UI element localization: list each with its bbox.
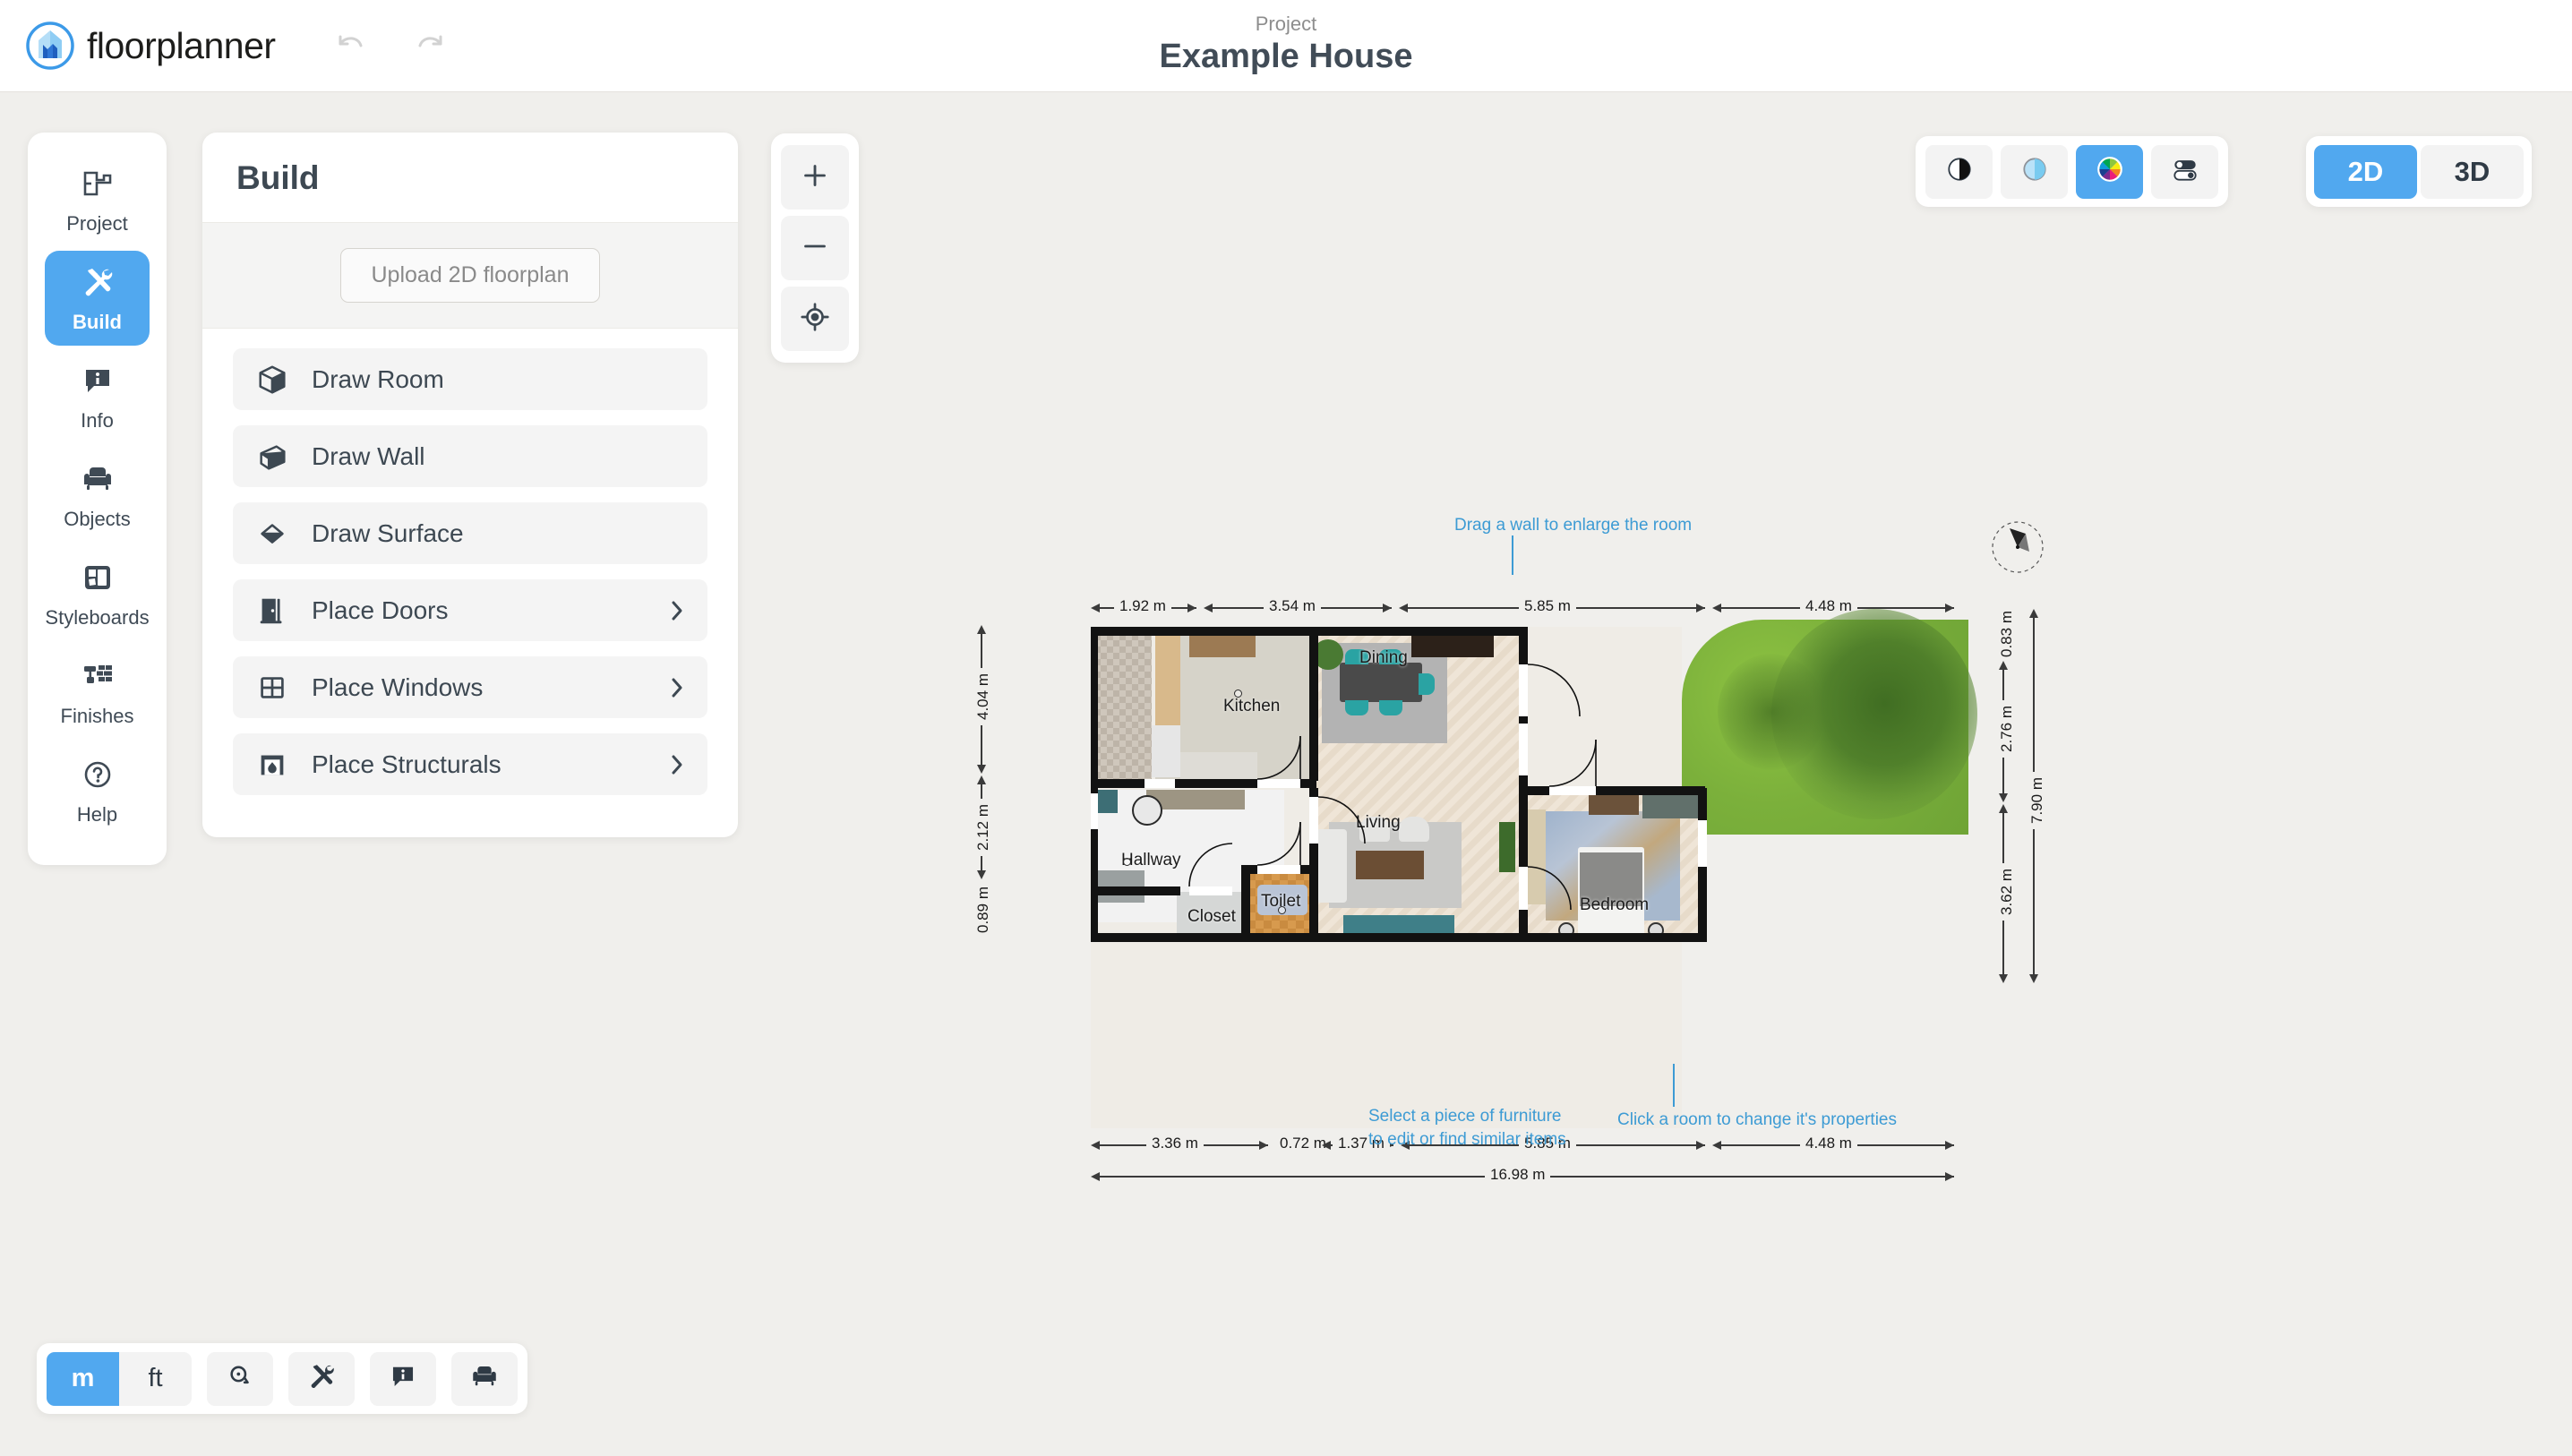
info-button[interactable] (370, 1351, 436, 1406)
undo-redo-group (330, 26, 451, 65)
dimension-label: 0.89 m (973, 881, 992, 938)
build-tools-button[interactable] (288, 1351, 355, 1406)
wall-bedroom-top (1519, 786, 1705, 795)
room-label: Closet (1187, 907, 1236, 926)
dining-table (1340, 663, 1422, 702)
hammer-wrench-icon (306, 1361, 337, 1396)
hint-select-furniture: Select a piece of furniture to edit or f… (1368, 1107, 1566, 1149)
top-bar: floorplanner Project Example House (0, 0, 2572, 92)
total-height-label: 7.90 m (2028, 772, 2046, 829)
dimension-label: 2.76 m (1997, 700, 2016, 758)
wall-exterior-bottom (1091, 933, 1707, 942)
wall-kitchen-right (1309, 627, 1318, 781)
wall-hallway-bottom (1098, 886, 1180, 895)
brand: floorplanner (25, 21, 276, 71)
room-label: Dining (1359, 648, 1408, 667)
north-compass-icon[interactable] (1990, 519, 2045, 575)
terrace-stone[interactable] (1094, 634, 1152, 782)
info-bubble-icon (388, 1361, 418, 1396)
hint-click-room-leader (1673, 1064, 1675, 1107)
dimension-label: 1.92 m (1114, 597, 1171, 615)
unit-feet-button[interactable]: ft (119, 1351, 192, 1406)
wall-top-dining (1316, 627, 1524, 636)
window (1091, 793, 1098, 829)
cabinet-grey (1642, 795, 1700, 818)
dimension-label: 3.36 m (1146, 1135, 1204, 1152)
window (1549, 786, 1596, 795)
window (1309, 797, 1318, 844)
measuring-tape-icon (225, 1361, 255, 1396)
dining-chair (1345, 700, 1368, 715)
floorplan-canvas[interactable]: 1.92 m 3.54 m 5.85 m 4.48 m Kitchen Hall… (0, 92, 2572, 1456)
hint-drag-wall-leader (1512, 535, 1513, 575)
measure-tape-button[interactable] (207, 1351, 273, 1406)
furniture-button[interactable] (451, 1351, 518, 1406)
room-label: Kitchen (1223, 697, 1281, 715)
hint-click-room: Click a room to change it's properties (1617, 1110, 1897, 1129)
floorplanner-logo-icon (25, 21, 75, 71)
coffee-table (1356, 851, 1424, 879)
undo-icon[interactable] (330, 26, 369, 65)
brand-name: floorplanner (87, 24, 276, 66)
total-width-label: 16.98 m (1485, 1166, 1551, 1184)
hint-drag-wall: Drag a wall to enlarge the room (1454, 516, 1693, 535)
window (1519, 724, 1528, 775)
wall-exterior-left (1091, 627, 1098, 940)
kitchen-counter-left (1155, 634, 1180, 732)
sideboard (1411, 636, 1494, 657)
window (1519, 664, 1528, 716)
window (1698, 820, 1707, 867)
wall-exterior-top-left (1091, 627, 1316, 636)
wall-toilet-left (1241, 865, 1250, 940)
dimension-label: 0.83 m (1997, 605, 2016, 663)
hedge (1499, 822, 1515, 872)
window (1519, 867, 1528, 910)
dimension-label: 5.85 m (1519, 597, 1576, 615)
window (1257, 865, 1300, 874)
dimension-label: 4.04 m (973, 668, 992, 725)
redo-icon[interactable] (412, 26, 451, 65)
room-label: Bedroom (1580, 895, 1650, 914)
ceiling-fan (1132, 795, 1162, 826)
armchair (1399, 817, 1429, 842)
bottom-toolbar: m ft (37, 1343, 527, 1414)
window (1145, 779, 1175, 788)
sofa (1316, 829, 1347, 903)
tree-canopy-2 (1718, 654, 1825, 770)
kitchen-cabinet-top (1189, 634, 1256, 657)
window (1257, 779, 1300, 788)
armchair-icon (469, 1361, 500, 1396)
dimension-label: 4.48 m (1800, 1135, 1857, 1152)
dresser (1589, 795, 1639, 815)
dimension-label: 2.12 m (973, 799, 992, 856)
floorplan-drawing: 1.92 m 3.54 m 5.85 m 4.48 m Kitchen Hall… (973, 516, 2165, 1184)
unit-meters-button[interactable]: m (47, 1351, 119, 1406)
dimension-label: 3.62 m (1997, 863, 2016, 921)
room-label: Living (1356, 813, 1401, 832)
dining-chair (1419, 673, 1435, 695)
wardrobe (1526, 809, 1546, 904)
dimension-label: 3.54 m (1264, 597, 1321, 615)
kitchen-island (1180, 752, 1257, 783)
dining-chair (1379, 700, 1402, 715)
unit-toggle: m ft (47, 1351, 192, 1406)
window (1189, 886, 1232, 895)
